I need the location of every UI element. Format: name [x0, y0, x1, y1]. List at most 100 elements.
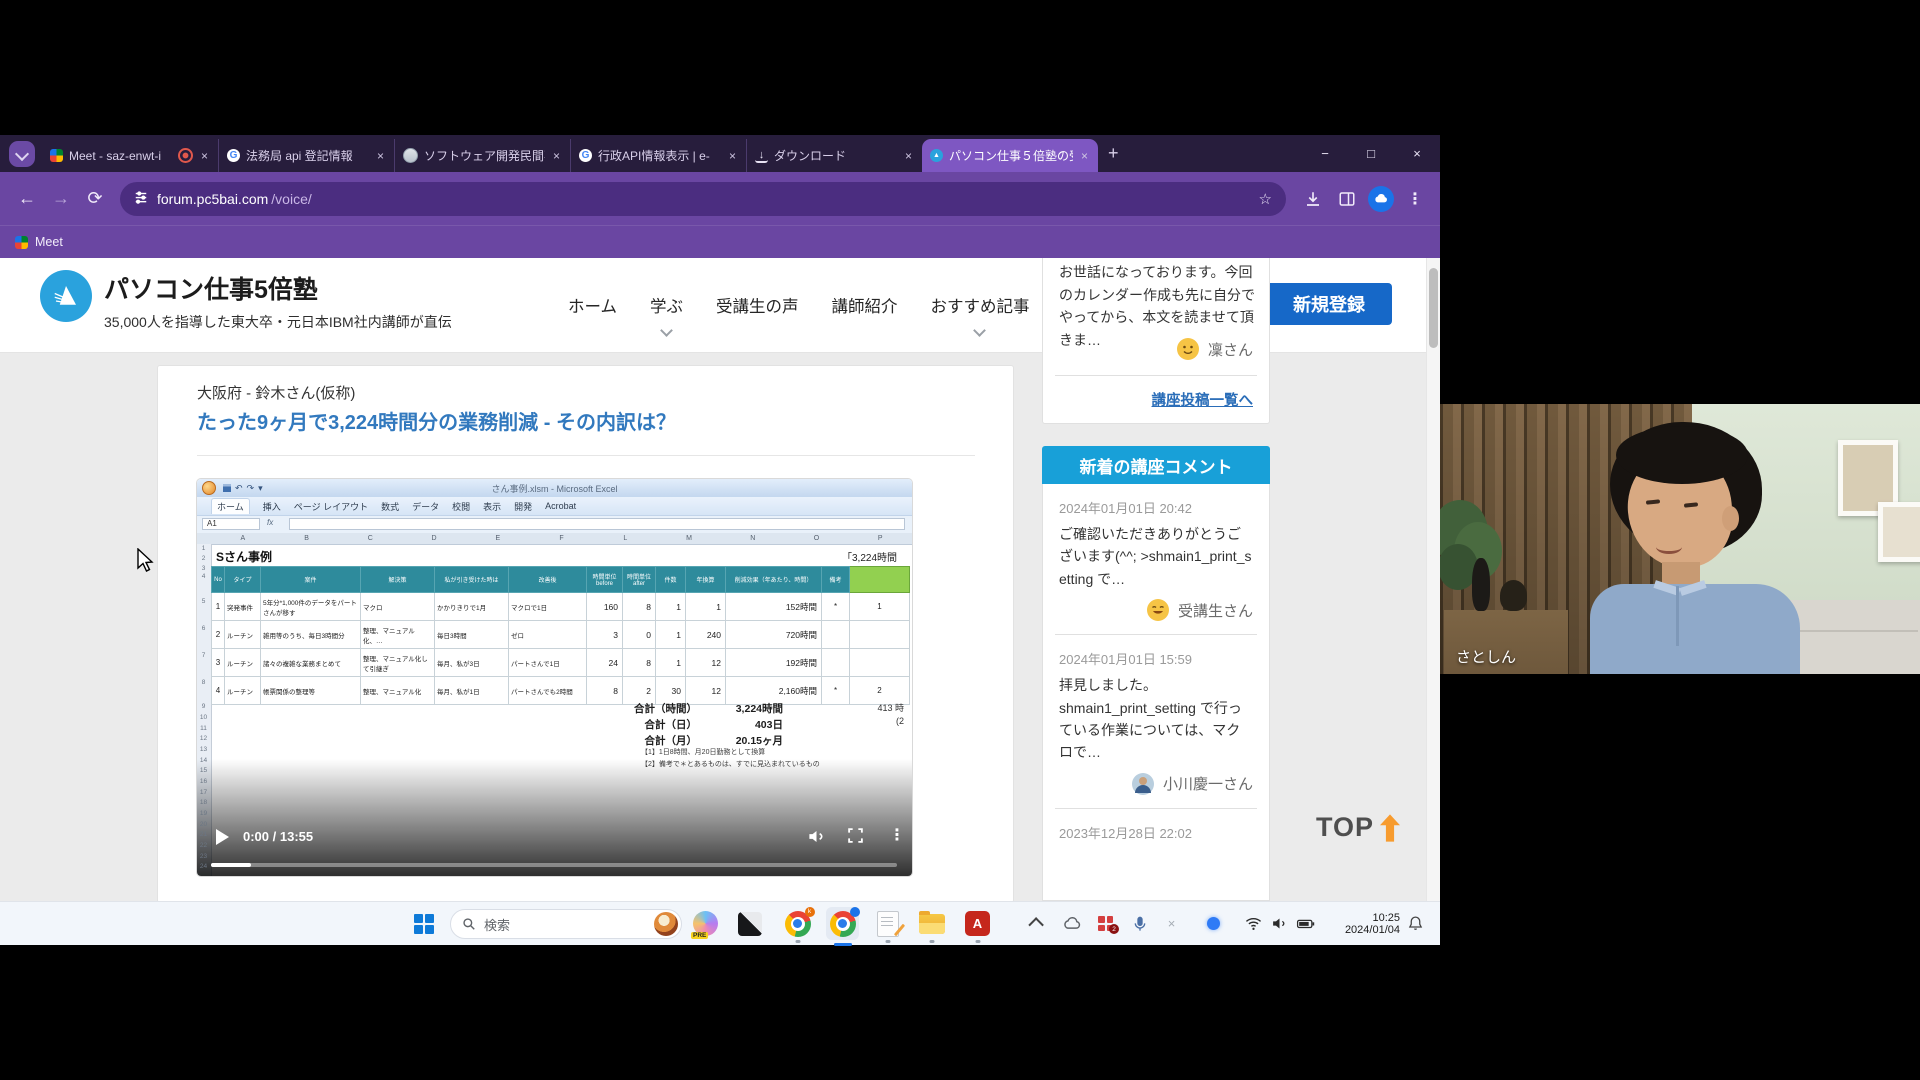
onedrive-cloud-icon[interactable] — [1058, 910, 1085, 937]
address-bar[interactable]: forum.pc5bai.com/voice/ ☆ — [120, 182, 1286, 216]
excel-ribbon-tab[interactable]: ページ レイアウト — [294, 500, 368, 513]
play-button[interactable] — [216, 829, 229, 845]
column-letter: O — [785, 533, 849, 544]
comment-text: ご確認いただきありがとうございます(^^; >shmain1_print_set… — [1059, 523, 1253, 590]
copilot-button[interactable]: PRE — [692, 910, 719, 937]
excel-cell: ルーチン — [225, 649, 261, 677]
scrollbar-thumb[interactable] — [1429, 268, 1438, 348]
vase — [1500, 580, 1527, 611]
browser-tab[interactable]: G 法務局 api 登記情報 × — [218, 139, 394, 172]
battery-icon[interactable] — [1292, 910, 1319, 937]
excel-cell: 8 — [623, 593, 656, 621]
tab-title: 行政API情報表示 | e- — [598, 147, 721, 164]
tab-title: 法務局 api 登記情報 — [246, 147, 369, 164]
tab-close-icon[interactable]: × — [375, 149, 386, 163]
nav-item[interactable]: ホーム — [568, 293, 617, 317]
excel-cell: 3 — [587, 621, 623, 649]
new-tab-button[interactable]: + — [1108, 143, 1119, 164]
excel-ribbon-tab[interactable]: 表示 — [483, 500, 501, 513]
pinned-app-button[interactable] — [736, 910, 763, 937]
browser-tab[interactable]: ソフトウェア開発民間事× — [394, 139, 570, 172]
tray-overflow-chevron[interactable] — [1024, 910, 1051, 937]
site-logo-icon[interactable] — [40, 270, 92, 322]
browser-tab[interactable]: ▲パソコン仕事５倍塾の受× — [922, 139, 1098, 172]
acrobat-button[interactable]: A — [964, 910, 991, 937]
tab-close-icon[interactable]: × — [727, 149, 738, 163]
back-button[interactable]: ← — [10, 182, 44, 216]
profile-sync-button[interactable] — [1366, 184, 1396, 214]
video-progress-bar[interactable] — [211, 863, 897, 867]
excel-row-number: 23 — [197, 853, 210, 860]
tab-close-icon[interactable]: × — [903, 149, 914, 163]
file-explorer-button[interactable] — [918, 910, 945, 937]
excel-ribbon-tab[interactable]: 開発 — [514, 500, 532, 513]
excel-ribbon-tab[interactable]: ホーム — [211, 498, 250, 514]
notification-bell-icon[interactable] — [1402, 910, 1429, 937]
site-info-icon[interactable] — [134, 190, 148, 207]
excel-ribbon-tab[interactable]: 校閲 — [452, 500, 470, 513]
tab-search-button[interactable] — [9, 141, 35, 167]
excel-header-cell: 年換算 — [686, 567, 726, 593]
excel-cell: 突発事件 — [225, 593, 261, 621]
excel-title-bar: ↶↷▾ さん事例.xlsm - Microsoft Excel — [197, 479, 912, 497]
wifi-icon[interactable] — [1240, 910, 1267, 937]
browser-menu-icon[interactable]: ⋮ — [1400, 184, 1430, 214]
nav-item[interactable]: おすすめ記事 — [931, 293, 1030, 317]
forward-button[interactable]: → — [44, 182, 78, 216]
taskbar-search[interactable]: 検索 — [450, 909, 682, 939]
nav-item[interactable]: 受講生の声 — [716, 293, 799, 317]
fullscreen-icon[interactable] — [847, 827, 867, 847]
page-scrollbar[interactable] — [1426, 258, 1440, 901]
excel-cell: 整理、マニュアル化 — [361, 677, 435, 705]
start-button[interactable] — [410, 910, 437, 937]
bookmark-item[interactable]: Meet — [15, 235, 63, 249]
close-button[interactable]: × — [1394, 135, 1440, 172]
taskbar-clock[interactable]: 10:25 2024/01/04 — [1322, 912, 1400, 936]
course-posts-link[interactable]: 講座投稿一覧へ — [1043, 389, 1269, 410]
tab-close-icon[interactable]: × — [551, 149, 562, 163]
video-player[interactable]: ↶↷▾ さん事例.xlsm - Microsoft Excel ホーム挿入ページ… — [197, 479, 912, 876]
tab-title: パソコン仕事５倍塾の受 — [949, 147, 1073, 164]
excel-cell: 1 — [656, 649, 686, 677]
tray-grid-app-icon[interactable]: 2 — [1092, 910, 1119, 937]
excel-table-row: 4ルーチン帳票関係の整理等整理、マニュアル化毎月、私が1日パートさんでも2時間8… — [212, 677, 910, 705]
tab-close-icon[interactable]: × — [1079, 149, 1090, 163]
reload-button[interactable]: ⟳ — [78, 182, 112, 216]
testimonial-title-link[interactable]: たった9ヶ月で3,224時間分の業務削減 - その内訳は？ — [197, 406, 676, 435]
downloads-icon[interactable] — [1298, 184, 1328, 214]
column-letter: D — [402, 533, 466, 544]
tray-close-icon[interactable]: × — [1158, 910, 1185, 937]
video-menu-icon[interactable]: ⋮ — [889, 825, 905, 845]
excel-ribbon-tab[interactable]: 数式 — [381, 500, 399, 513]
excel-ribbon-tab[interactable]: データ — [412, 500, 439, 513]
browser-tab-bar: Meet - saz-enwt-i×G法務局 api 登記情報×ソフトウェア開発… — [0, 135, 1440, 172]
excel-side-value: (2 — [842, 716, 904, 726]
scroll-to-top-button[interactable]: TOP — [1316, 812, 1400, 843]
browser-tab[interactable]: G行政API情報表示 | e-× — [570, 139, 746, 172]
bookmark-star-icon[interactable]: ☆ — [1259, 190, 1272, 208]
sidebar-comment-card[interactable]: お世話になっております。今回のカレンダー作成も先に自分でやってから、本文を読ませ… — [1042, 258, 1270, 424]
microphone-tray-icon[interactable] — [1126, 910, 1153, 937]
testimonial-author-location: 大阪府 - 鈴木さん(仮称) — [197, 382, 355, 403]
minimize-button[interactable]: − — [1302, 135, 1348, 172]
browser-tab[interactable]: ↓ダウンロード× — [746, 139, 922, 172]
tray-blue-dot-icon[interactable] — [1200, 910, 1227, 937]
excel-cell: 1 — [656, 593, 686, 621]
photo-avatar — [1131, 772, 1155, 796]
tab-close-icon[interactable]: × — [199, 149, 210, 163]
column-letter: B — [275, 533, 339, 544]
volume-icon[interactable] — [807, 827, 827, 847]
notepad-button[interactable] — [874, 910, 901, 937]
browser-tab[interactable]: Meet - saz-enwt-i× — [42, 139, 218, 172]
nav-item[interactable]: 学ぶ — [650, 293, 683, 317]
nav-item[interactable]: 講師紹介 — [832, 293, 898, 317]
speaker-icon[interactable] — [1266, 910, 1293, 937]
excel-ribbon-tab[interactable]: Acrobat — [545, 501, 576, 511]
chrome-profile2-button[interactable] — [826, 907, 859, 940]
excel-ribbon-tab[interactable]: 挿入 — [263, 500, 281, 513]
maximize-button[interactable]: □ — [1348, 135, 1394, 172]
side-panel-icon[interactable] — [1332, 184, 1362, 214]
register-button[interactable]: 新規登録 — [1266, 283, 1392, 325]
chrome-profile1-button[interactable]: k — [784, 910, 811, 937]
google-icon: G — [227, 149, 240, 162]
